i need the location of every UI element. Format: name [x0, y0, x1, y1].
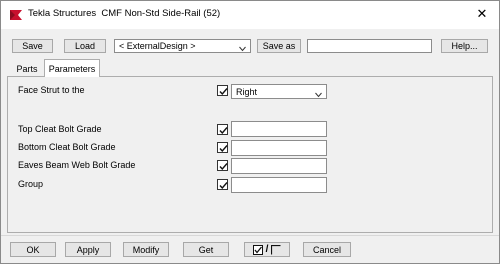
top-cleat-bolt-grade-checkbox[interactable] [217, 124, 228, 135]
checkmark-icon [219, 145, 228, 153]
title-bar[interactable]: Tekla Structures CMF Non-Std Side-Rail (… [1, 1, 499, 29]
ok-button[interactable]: OK [10, 242, 56, 257]
group-input[interactable] [231, 177, 327, 193]
checkmark-icon [219, 182, 228, 190]
unchecked-box-icon [271, 244, 281, 255]
toggle-all-checkboxes-button[interactable]: / [244, 242, 290, 257]
face-strut-value: Right [236, 86, 258, 97]
tab-parts[interactable]: Parts [9, 61, 45, 76]
save-as-name-input[interactable] [307, 39, 432, 53]
tekla-app-icon [9, 9, 23, 21]
face-strut-select[interactable]: Right [231, 84, 327, 99]
chevron-down-icon [239, 44, 246, 52]
title-app-name: Tekla Structures [28, 8, 97, 19]
dialog-window: Tekla Structures CMF Non-Std Side-Rail (… [0, 0, 500, 264]
attribute-file-value: < ExternalDesign > [119, 41, 196, 51]
tab-parameters[interactable]: Parameters [44, 59, 100, 77]
checkmark-icon [219, 127, 228, 135]
bottom-cleat-bolt-grade-input[interactable] [231, 140, 327, 156]
group-label: Group [18, 179, 44, 189]
title-component-name: CMF Non-Std Side-Rail (52) [101, 8, 221, 19]
checkmark-icon [219, 88, 228, 96]
chevron-down-icon [315, 89, 322, 97]
save-as-button[interactable]: Save as [257, 39, 301, 53]
top-cleat-bolt-grade-label: Top Cleat Bolt Grade [18, 124, 102, 134]
modify-button[interactable]: Modify [123, 242, 169, 257]
checked-box-icon [252, 244, 263, 255]
apply-button[interactable]: Apply [65, 242, 111, 257]
bottom-cleat-bolt-grade-checkbox[interactable] [217, 142, 228, 153]
eaves-beam-web-bolt-grade-label: Eaves Beam Web Bolt Grade [18, 160, 136, 170]
close-icon[interactable]: ✕ [475, 7, 489, 21]
top-cleat-bolt-grade-input[interactable] [231, 121, 327, 137]
group-checkbox[interactable] [217, 179, 228, 190]
footer-divider [1, 235, 499, 236]
get-button[interactable]: Get [183, 242, 229, 257]
load-button[interactable]: Load [64, 39, 106, 53]
window-title: Tekla Structures CMF Non-Std Side-Rail (… [28, 8, 220, 19]
eaves-beam-web-bolt-grade-input[interactable] [231, 158, 327, 174]
toggle-separator: / [265, 244, 269, 255]
face-strut-checkbox[interactable] [217, 85, 228, 96]
help-button[interactable]: Help... [441, 39, 488, 53]
attribute-file-select[interactable]: < ExternalDesign > [114, 39, 251, 53]
save-button[interactable]: Save [12, 39, 53, 53]
face-strut-label: Face Strut to the [18, 85, 85, 95]
checkmark-icon [219, 163, 228, 171]
cancel-button[interactable]: Cancel [303, 242, 351, 257]
bottom-cleat-bolt-grade-label: Bottom Cleat Bolt Grade [18, 142, 116, 152]
eaves-beam-web-bolt-grade-checkbox[interactable] [217, 160, 228, 171]
